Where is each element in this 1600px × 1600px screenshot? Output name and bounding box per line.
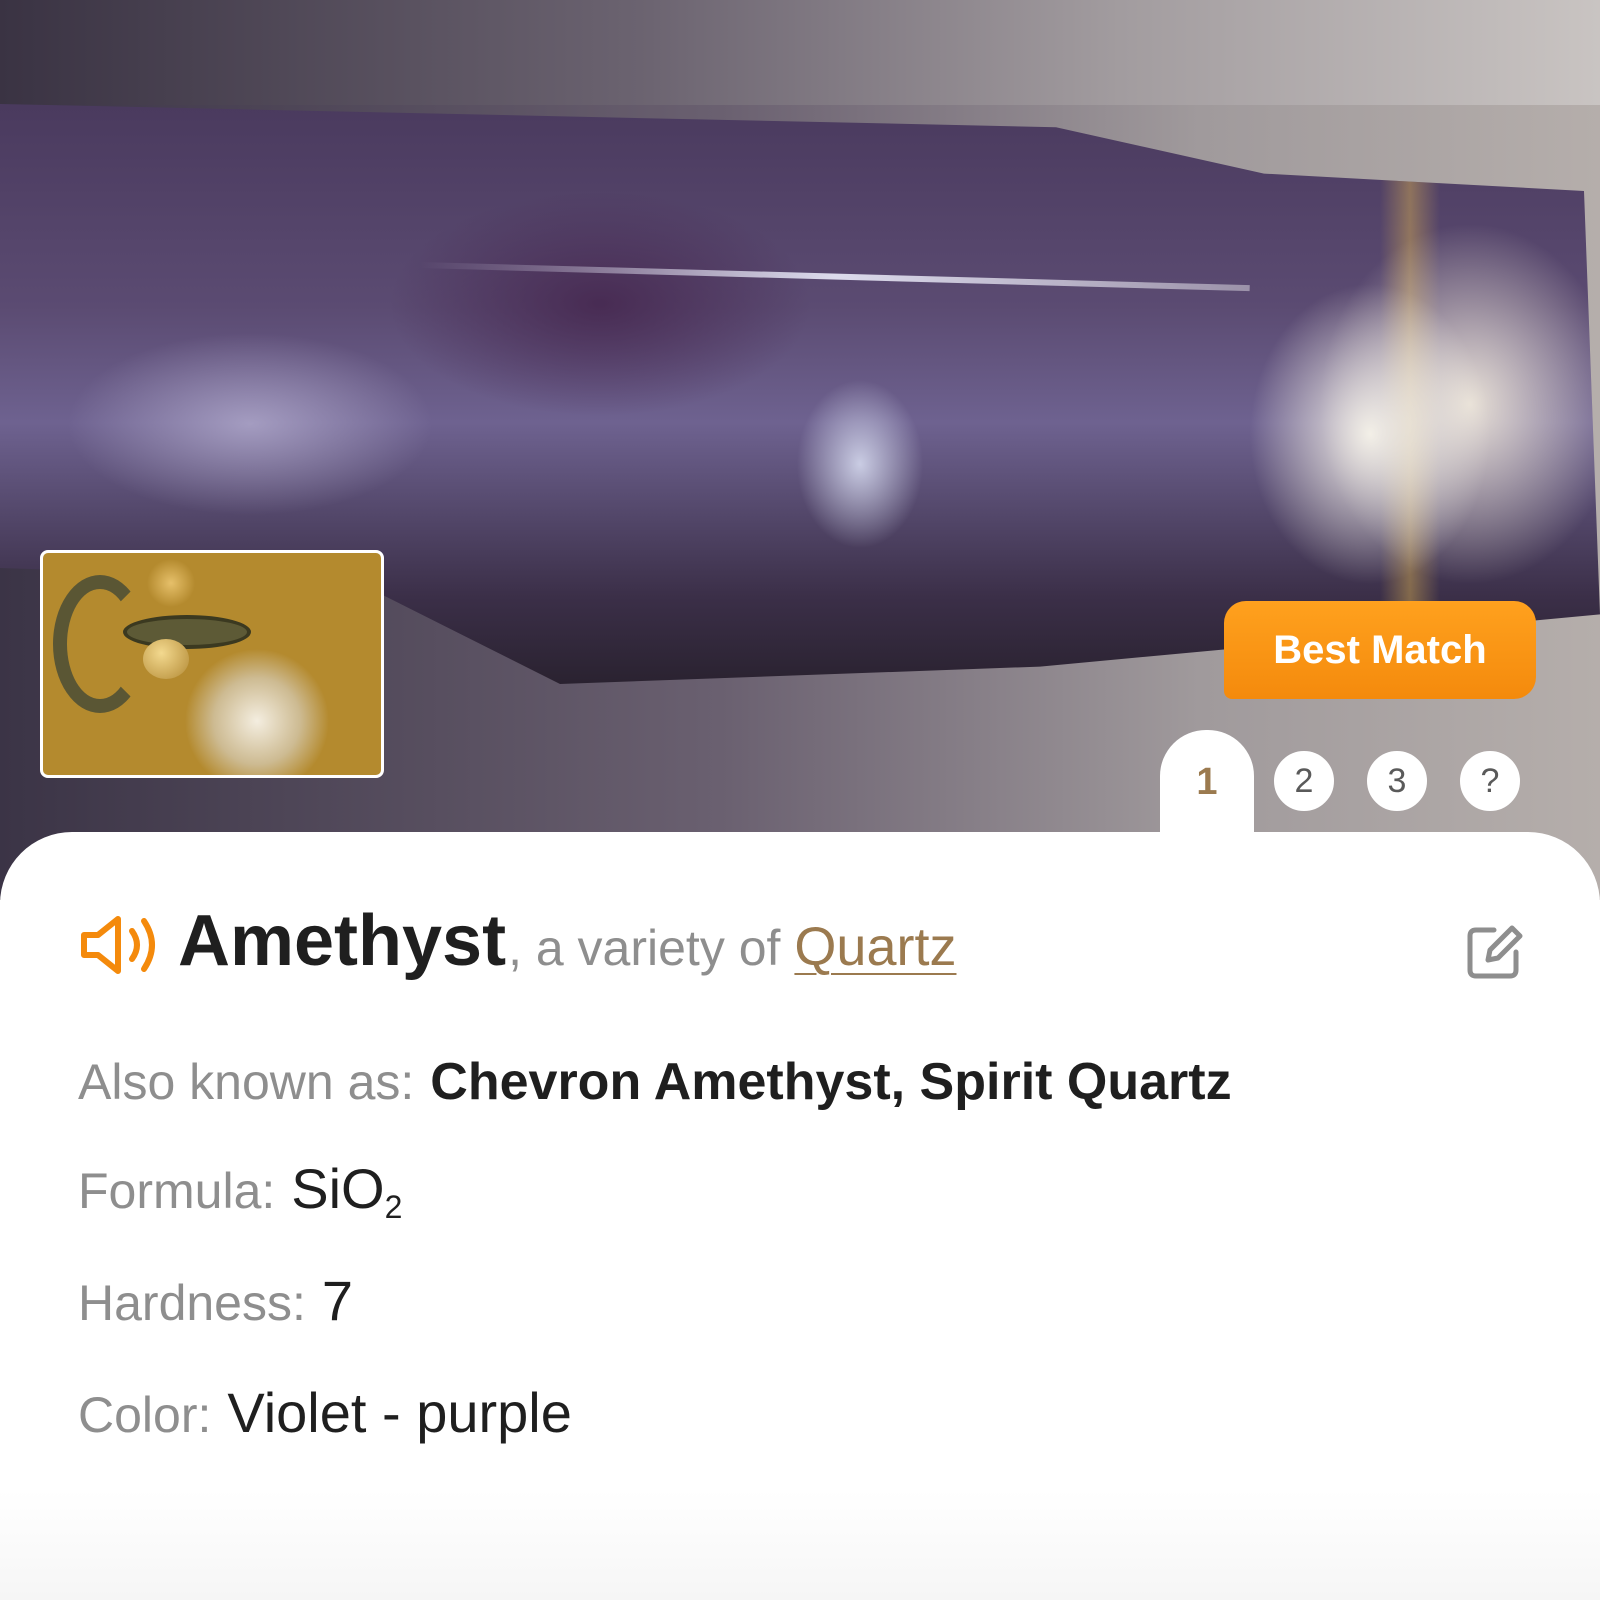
property-also-known-as: Also known as: Chevron Amethyst, Spirit … xyxy=(78,1052,1232,1112)
result-title: Amethyst , a variety of Quartz xyxy=(78,900,1548,990)
variety-caption: , a variety of xyxy=(508,920,781,976)
also-known-as-label: Also known as: xyxy=(78,1054,415,1110)
property-hardness: Hardness: 7 xyxy=(78,1268,353,1333)
mineral-name: Amethyst xyxy=(178,901,507,981)
thumbnail-washer xyxy=(123,615,251,649)
hardness-value: 7 xyxy=(321,1269,354,1332)
formula-subscript: 2 xyxy=(384,1189,403,1225)
property-formula: Formula: SiO2 xyxy=(78,1156,402,1225)
formula-value: SiO2 xyxy=(291,1156,402,1225)
formula-label: Formula: xyxy=(78,1163,276,1219)
color-value: Violet - purple xyxy=(227,1381,572,1444)
hardness-label: Hardness: xyxy=(78,1275,306,1331)
sheet-bottom-fade xyxy=(0,1490,1600,1600)
result-tab-2[interactable]: 2 xyxy=(1274,751,1334,811)
result-tab-unknown[interactable]: ? xyxy=(1460,751,1520,811)
photo-background xyxy=(0,0,1600,105)
formula-main: SiO xyxy=(291,1157,385,1220)
property-color: Color: Violet - purple xyxy=(78,1380,572,1445)
parent-mineral-link[interactable]: Quartz xyxy=(794,916,956,978)
also-known-as-value: Chevron Amethyst, Spirit Quartz xyxy=(430,1053,1232,1111)
speaker-icon[interactable] xyxy=(78,909,164,981)
edit-icon[interactable] xyxy=(1464,922,1524,982)
best-match-badge: Best Match xyxy=(1224,601,1536,699)
result-tab-1[interactable]: 1 xyxy=(1176,751,1238,813)
thumbnail-gold-bead xyxy=(143,639,189,679)
original-photo-thumbnail[interactable] xyxy=(40,550,384,778)
result-tab-3[interactable]: 3 xyxy=(1367,751,1427,811)
thumbnail-ring xyxy=(53,575,147,713)
color-label: Color: xyxy=(78,1387,212,1443)
